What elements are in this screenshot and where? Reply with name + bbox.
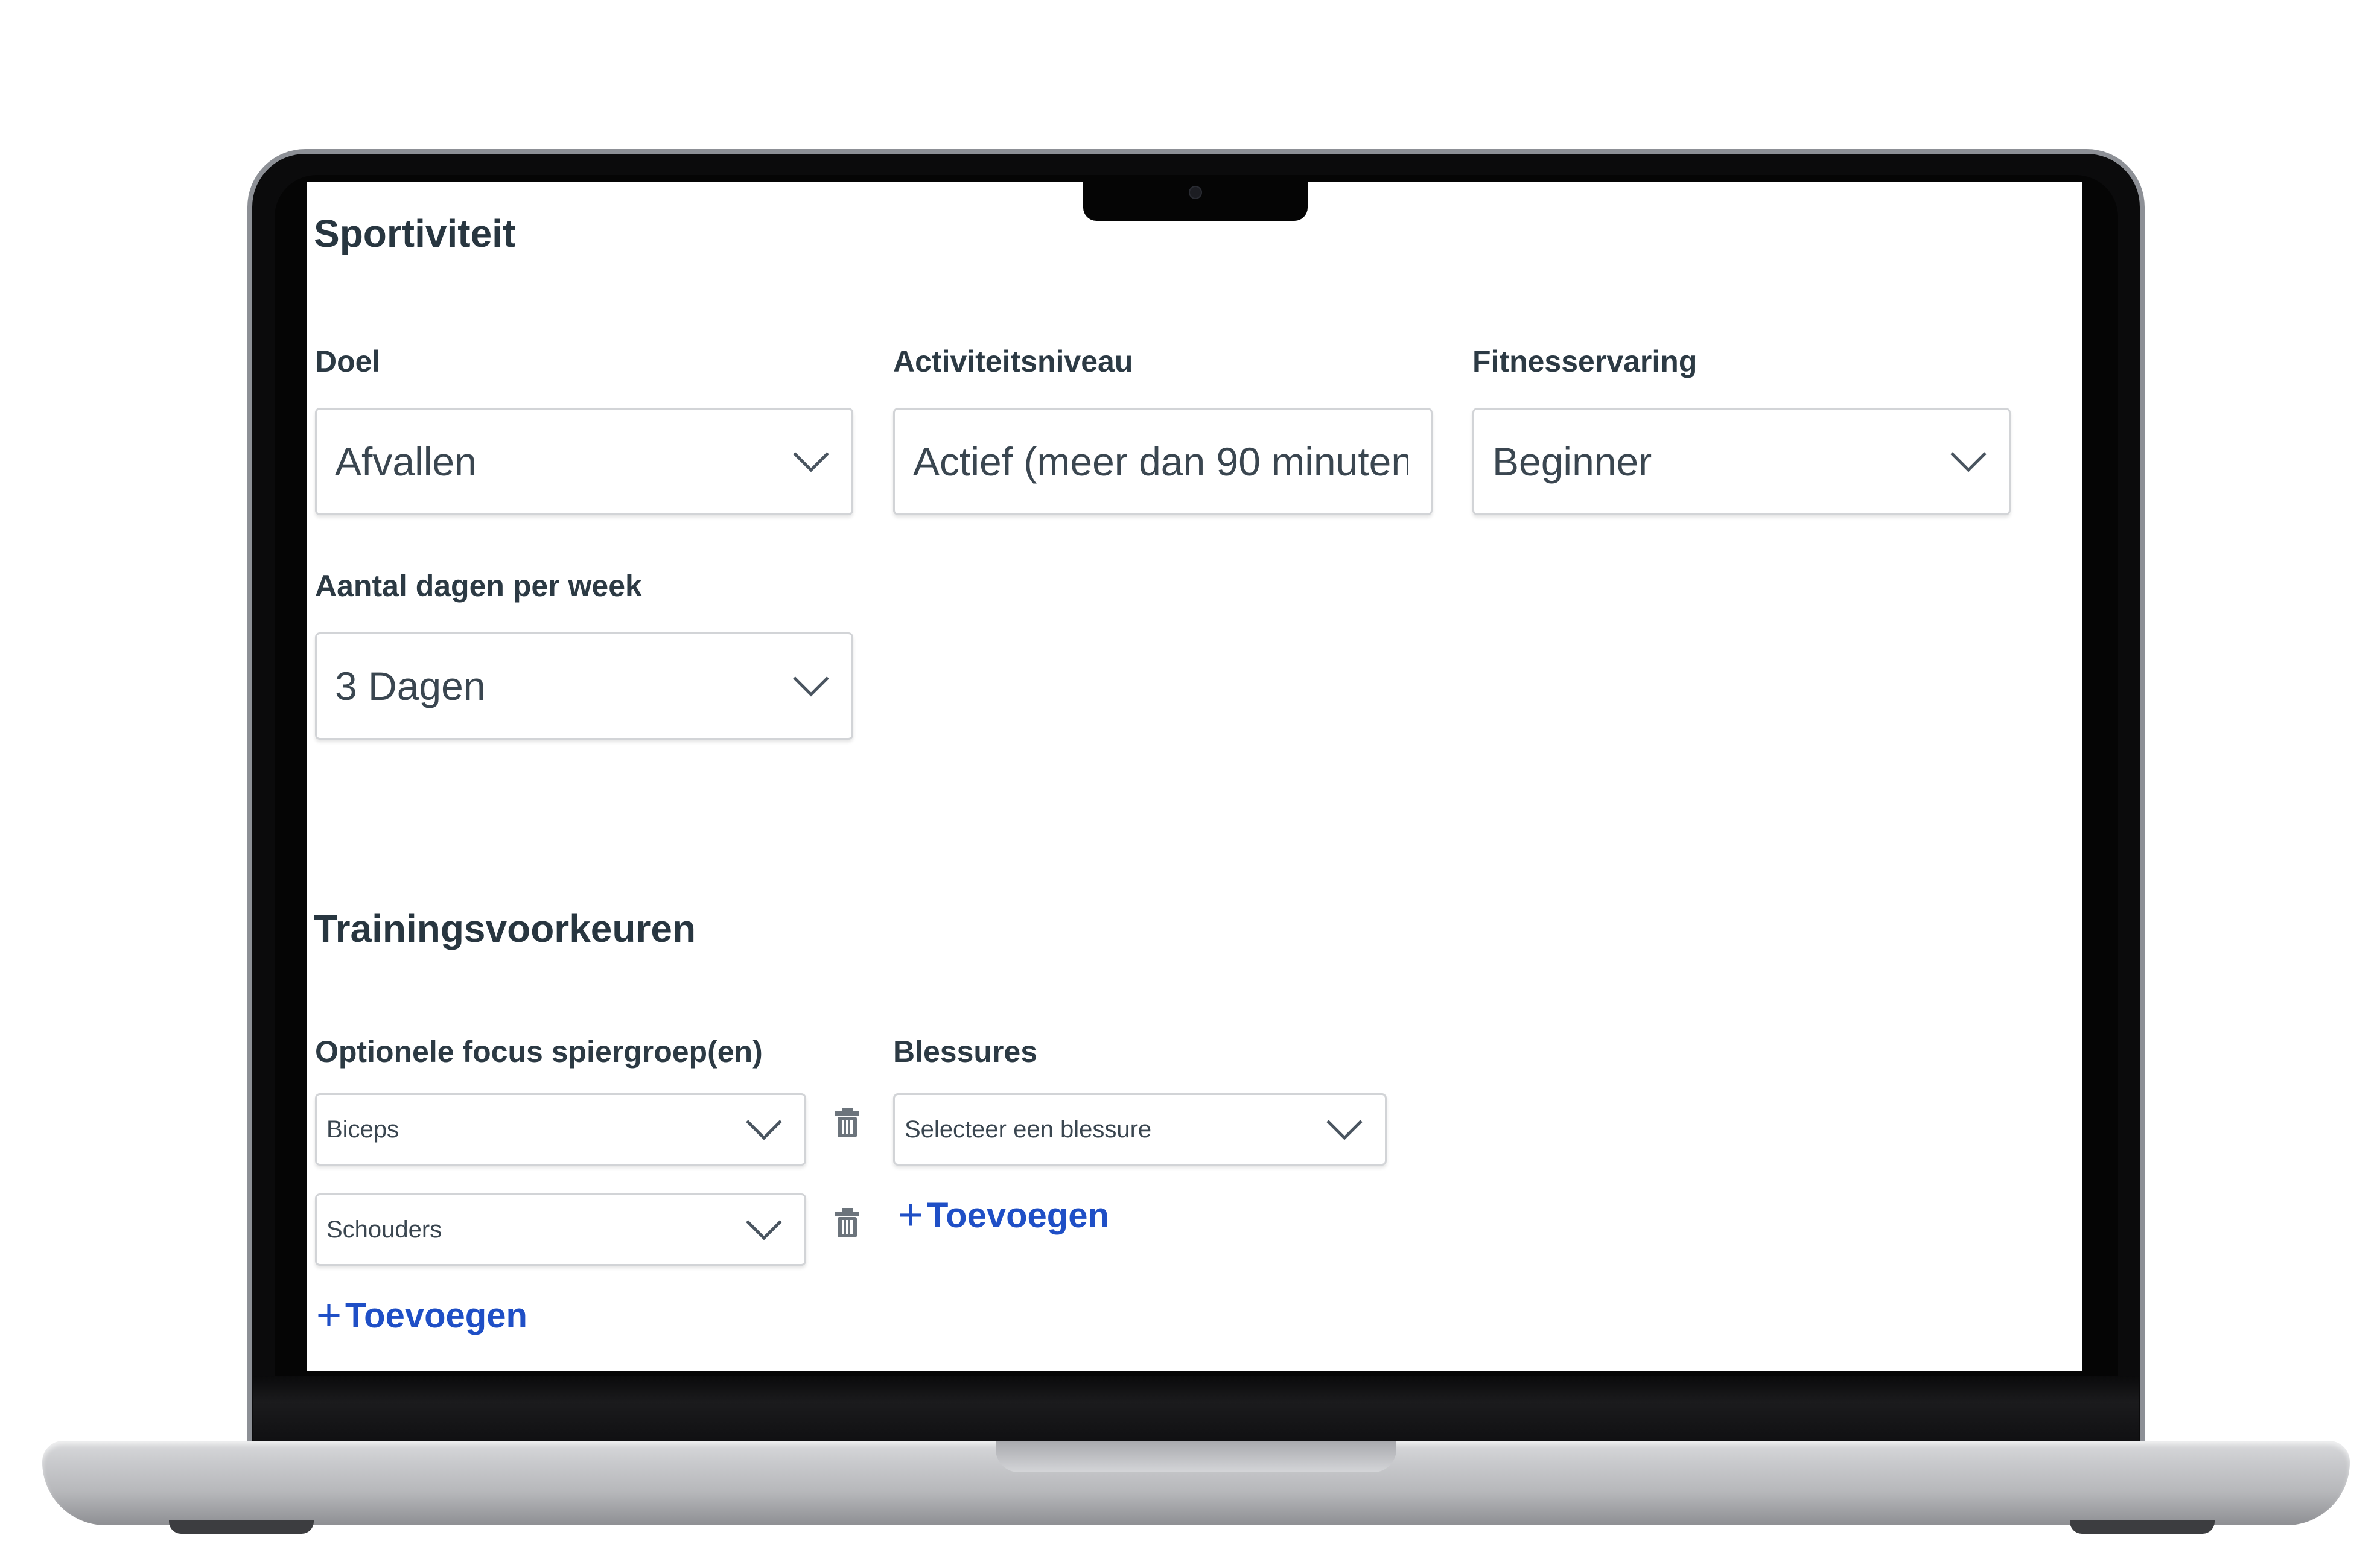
- focus-select-2[interactable]: Schouders: [315, 1193, 806, 1266]
- fitnesservaring-value: Beginner: [1492, 439, 1652, 484]
- laptop-foot-right: [2070, 1520, 2215, 1534]
- doel-label: Doel: [315, 345, 381, 378]
- plus-icon: +: [316, 1291, 342, 1339]
- dagen-value: 3 Dagen: [335, 664, 486, 708]
- chevron-down-icon: [1950, 451, 1987, 472]
- camera-icon: [1189, 186, 1202, 199]
- laptop-chin: [253, 1376, 2139, 1442]
- laptop-foot-left: [169, 1520, 314, 1534]
- trash-icon[interactable]: [834, 1207, 861, 1242]
- fitnesservaring-select[interactable]: Beginner: [1472, 408, 2011, 515]
- plus-icon: +: [898, 1191, 924, 1239]
- focus-value-1: Biceps: [326, 1116, 399, 1143]
- chevron-down-icon: [792, 451, 830, 472]
- chevron-down-icon: [792, 675, 830, 697]
- blessure-placeholder: Selecteer een blessure: [905, 1116, 1152, 1143]
- activiteitsniveau-select[interactable]: Actief (meer dan 90 minuten: [893, 408, 1433, 515]
- blessures-label: Blessures: [893, 1035, 1038, 1069]
- focus-label: Optionele focus spiergroep(en): [315, 1035, 763, 1069]
- focus-select-1[interactable]: Biceps: [315, 1093, 806, 1166]
- dagen-select[interactable]: 3 Dagen: [315, 632, 853, 740]
- doel-value: Afvallen: [335, 439, 477, 484]
- activiteitsniveau-label: Activiteitsniveau: [893, 345, 1133, 378]
- trash-icon[interactable]: [834, 1107, 861, 1142]
- doel-select[interactable]: Afvallen: [315, 408, 853, 515]
- fitnesservaring-label: Fitnesservaring: [1472, 345, 1698, 378]
- chevron-down-icon: [1326, 1119, 1363, 1140]
- blessure-select[interactable]: Selecteer een blessure: [893, 1093, 1387, 1166]
- dagen-label: Aantal dagen per week: [315, 569, 642, 603]
- section-title-sportiviteit: Sportiviteit: [314, 212, 516, 255]
- chevron-down-icon: [745, 1119, 783, 1140]
- focus-value-2: Schouders: [326, 1216, 442, 1243]
- chevron-down-icon: [745, 1219, 783, 1240]
- add-focus-button[interactable]: + Toevoegen: [316, 1294, 527, 1337]
- activiteitsniveau-value: Actief (meer dan 90 minuten: [913, 439, 1408, 484]
- laptop-screen: Sportiviteit Doel Afvallen Activiteitsni…: [307, 182, 2082, 1371]
- section-title-trainingsvoorkeuren: Trainingsvoorkeuren: [314, 907, 696, 950]
- add-blessure-button[interactable]: + Toevoegen: [898, 1193, 1109, 1237]
- laptop-opening-notch: [996, 1441, 1396, 1472]
- add-focus-label: Toevoegen: [345, 1295, 527, 1335]
- add-blessure-label: Toevoegen: [927, 1195, 1109, 1235]
